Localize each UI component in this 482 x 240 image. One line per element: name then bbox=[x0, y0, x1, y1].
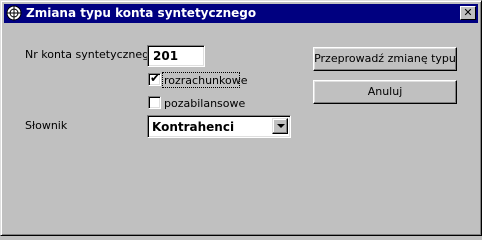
rozrachunkowe-checkbox[interactable]: ✔ bbox=[148, 71, 161, 86]
dialog-window: Zmiana typu konta syntetycznego ✕ Nr kon… bbox=[0, 0, 482, 236]
apply-button[interactable]: Przeprowadź zmianę typu bbox=[313, 47, 457, 71]
title-bar[interactable]: Zmiana typu konta syntetycznego ✕ bbox=[4, 4, 478, 23]
rozrachunkowe-label: rozrachunkowe bbox=[164, 74, 248, 87]
apply-button-label: Przeprowadź zmianę typu bbox=[314, 52, 456, 65]
account-number-input[interactable]: 201 bbox=[147, 45, 205, 67]
window-title: Zmiana typu konta syntetycznego bbox=[26, 6, 257, 20]
dictionary-value: Kontrahenci bbox=[152, 120, 235, 134]
pozabilansowe-checkbox[interactable] bbox=[148, 96, 161, 109]
close-button[interactable]: ✕ bbox=[460, 6, 476, 20]
dictionary-label: Słownik bbox=[25, 119, 68, 132]
cancel-button-label: Anuluj bbox=[367, 85, 403, 98]
account-number-value: 201 bbox=[153, 49, 179, 63]
app-icon bbox=[6, 5, 22, 21]
close-icon: ✕ bbox=[463, 6, 473, 19]
chevron-down-icon bbox=[277, 124, 285, 128]
account-number-label: Nr konta syntetycznego bbox=[25, 48, 156, 61]
dictionary-select[interactable]: Kontrahenci bbox=[147, 115, 291, 138]
cancel-button[interactable]: Anuluj bbox=[313, 80, 457, 104]
dropdown-button[interactable] bbox=[272, 118, 288, 134]
pozabilansowe-label: pozabilansowe bbox=[164, 97, 246, 110]
checkmark-icon: ✔ bbox=[150, 71, 161, 85]
